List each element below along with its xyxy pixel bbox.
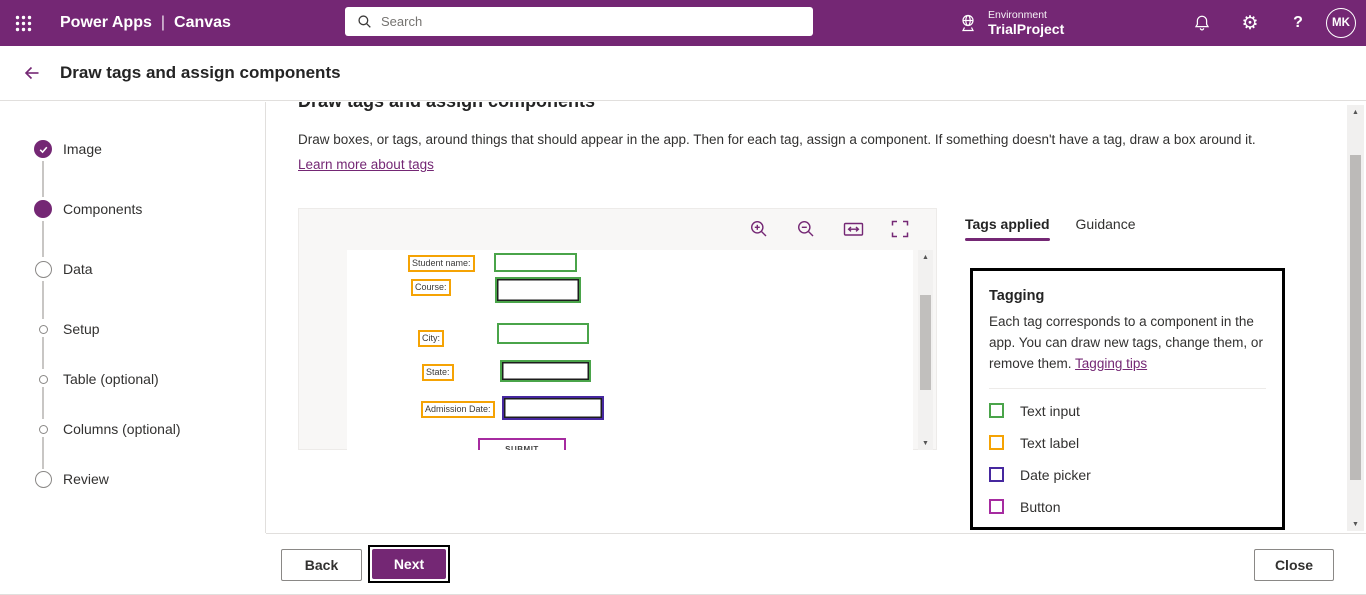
search-input[interactable] (381, 14, 761, 29)
button-swatch (989, 499, 1004, 515)
next-button-focus-ring: Next (368, 545, 450, 583)
sidebar-step-data[interactable]: Data (34, 260, 93, 278)
notifications-button[interactable] (1178, 0, 1226, 46)
preview-scrollbar[interactable]: ▲ ▼ (918, 250, 933, 450)
content-description: Draw boxes, or tags, around things that … (298, 132, 1256, 147)
sidebar-step-table[interactable]: Table (optional) (34, 370, 159, 388)
title-separator: | (160, 14, 166, 31)
tab-tags-applied[interactable]: Tags applied (965, 216, 1050, 241)
tagged-form-image[interactable]: Student name: Course: City: State: Admis… (347, 250, 913, 450)
text-input-tag[interactable] (495, 277, 581, 303)
preview-scrollbar-thumb[interactable] (920, 295, 931, 390)
tagging-title: Tagging (989, 288, 1045, 304)
environment-picker[interactable]: Environment TrialProject (948, 0, 1074, 46)
tagging-panel: Tagging Each tag corresponds to a compon… (970, 268, 1285, 530)
legend-item-text-input: Text input (989, 395, 1266, 427)
sidebar-step-columns[interactable]: Columns (optional) (34, 420, 181, 438)
panel-divider (989, 387, 1266, 389)
global-search[interactable] (345, 7, 813, 36)
step-upcoming-dot (38, 324, 48, 334)
legend-item-text-label: Text label (989, 427, 1266, 459)
bell-icon (1193, 14, 1211, 32)
sidebar-step-components[interactable]: Components (34, 200, 142, 218)
step-upcoming-dot (34, 260, 52, 278)
top-app-bar: Power Apps|Canvas Environment TrialProje… (0, 0, 1366, 46)
preview-toolbar (299, 209, 936, 249)
footer-divider (266, 533, 1366, 534)
step-complete-dot (34, 140, 52, 158)
wizard-steps-sidebar: Image Components Data Setup Table (optio… (0, 102, 266, 533)
zoom-in-icon[interactable] (748, 218, 770, 240)
text-input-swatch (989, 403, 1004, 419)
right-panel-tabs: Tags applied Guidance (965, 216, 1135, 241)
back-arrow-icon (22, 63, 42, 83)
step-current-dot (34, 200, 52, 218)
fit-screen-icon[interactable] (889, 218, 911, 240)
text-input-tag[interactable] (500, 360, 591, 382)
text-label-tag[interactable]: State: (422, 364, 454, 381)
text-label-tag[interactable]: City: (418, 330, 444, 347)
legend-item-button: Button (989, 491, 1266, 523)
step-upcoming-dot (38, 374, 48, 384)
text-label-tag[interactable]: Course: (411, 279, 451, 296)
tagging-tips-link[interactable]: Tagging tips (1075, 356, 1147, 371)
main-content: Draw tags and assign components Draw box… (266, 102, 1366, 533)
legend-item-date-picker: Date picker (989, 459, 1266, 491)
image-preview-panel: Student name: Course: City: State: Admis… (298, 208, 937, 450)
date-picker-swatch (989, 467, 1004, 483)
zoom-out-icon[interactable] (795, 218, 817, 240)
waffle-icon[interactable] (0, 0, 46, 46)
text-input-tag[interactable] (497, 323, 589, 344)
text-input-tag[interactable] (494, 253, 577, 272)
app-title[interactable]: Power Apps | Canvas (60, 14, 231, 32)
sidebar-step-setup[interactable]: Setup (34, 320, 100, 338)
help-icon: ? (1293, 14, 1303, 31)
sidebar-step-review[interactable]: Review (34, 470, 109, 488)
settings-button[interactable]: ⚙ (1226, 0, 1274, 46)
page-header: Draw tags and assign components (0, 46, 1366, 101)
close-button[interactable]: Close (1254, 549, 1334, 581)
search-icon (357, 14, 372, 29)
environment-name: TrialProject (988, 20, 1065, 37)
scroll-down-icon[interactable]: ▼ (1347, 517, 1364, 531)
tagging-body: Each tag corresponds to a component in t… (989, 314, 1263, 371)
date-picker-tag[interactable] (502, 396, 604, 420)
page-title: Draw tags and assign components (60, 63, 341, 82)
tab-guidance[interactable]: Guidance (1076, 216, 1136, 241)
step-upcoming-dot (38, 424, 48, 434)
button-tag[interactable]: SUBMIT (478, 438, 566, 450)
scroll-up-icon[interactable]: ▲ (1347, 105, 1364, 119)
content-scrollbar-thumb[interactable] (1350, 155, 1361, 480)
environment-globe-icon (958, 13, 978, 33)
sidebar-step-image[interactable]: Image (34, 140, 102, 158)
gear-icon: ⚙ (1241, 12, 1259, 34)
step-upcoming-dot (34, 470, 52, 488)
back-arrow-button[interactable] (16, 57, 48, 89)
wizard-footer: Back Next Close (0, 533, 1366, 594)
content-scrollbar[interactable]: ▲ ▼ (1347, 105, 1364, 531)
text-label-tag[interactable]: Admission Date: (421, 401, 495, 418)
help-button[interactable]: ? (1274, 0, 1322, 46)
next-button[interactable]: Next (372, 549, 446, 579)
scroll-down-icon[interactable]: ▼ (918, 436, 933, 450)
scroll-up-icon[interactable]: ▲ (918, 250, 933, 264)
text-label-tag[interactable]: Student name: (408, 255, 475, 272)
text-label-swatch (989, 435, 1004, 451)
check-icon (38, 144, 49, 155)
learn-more-link[interactable]: Learn more about tags (298, 157, 434, 172)
fit-width-icon[interactable] (842, 218, 864, 240)
power-apps-window: Power Apps|Canvas Environment TrialProje… (0, 0, 1366, 595)
content-heading: Draw tags and assign components (298, 102, 595, 112)
environment-label: Environment (988, 8, 1047, 21)
avatar[interactable]: MK (1326, 8, 1356, 38)
back-button[interactable]: Back (281, 549, 362, 581)
